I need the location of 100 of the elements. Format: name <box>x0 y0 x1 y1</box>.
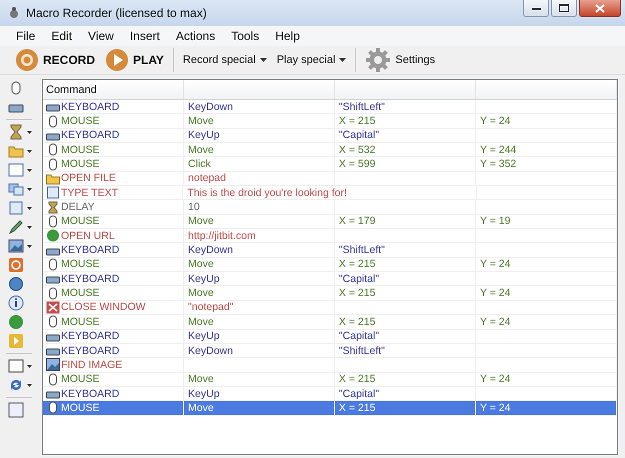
image-icon <box>8 238 24 254</box>
table-row[interactable]: KEYBOARD KeyUp "Capital" <box>43 272 617 286</box>
textbox-icon <box>8 200 24 216</box>
parameter-text: X = 215 <box>338 115 376 128</box>
table-row[interactable]: DELAY 10 <box>43 200 617 215</box>
play-icon <box>105 48 130 72</box>
hourglass-icon <box>8 124 24 140</box>
caret-icon <box>27 168 32 172</box>
action-text: Move <box>188 258 214 270</box>
table-row[interactable]: KEYBOARD KeyUp "Capital" <box>43 128 617 144</box>
menu-item[interactable]: Help <box>267 29 308 43</box>
table-row[interactable]: MOUSE Move X = 215 Y = 24 <box>43 114 617 129</box>
parameter-text: "ShiftLeft" <box>338 100 385 113</box>
parameter-text: "Capital" <box>338 330 380 342</box>
table-row[interactable]: MOUSE Move X = 179 Y = 19 <box>43 214 617 230</box>
open-file-icon <box>46 172 60 185</box>
parameter-text: Y = 24 <box>480 373 510 386</box>
mouse-icon <box>46 258 60 271</box>
table-row[interactable]: CLOSE WINDOW "notepad" <box>43 300 617 316</box>
table-row[interactable]: KEYBOARD KeyDown "ShiftLeft" <box>43 100 617 114</box>
table-row[interactable]: KEYBOARD KeyDown "ShiftLeft" <box>43 344 617 358</box>
table-row[interactable]: TYPE TEXT This is the droid you're looking for! <box>43 186 617 200</box>
command-text: MOUSE <box>61 115 100 128</box>
parameter-text: Y = 24 <box>480 115 510 128</box>
table-row[interactable]: MOUSE Click X = 599 Y = 352 <box>43 157 617 172</box>
parameter-text: "ShiftLeft" <box>338 344 385 357</box>
gear-icon <box>365 47 392 73</box>
action-text: Move <box>188 316 214 328</box>
command-text: OPEN URL <box>61 230 115 242</box>
settings-button[interactable]: Settings <box>362 46 438 74</box>
record-special-dropdown[interactable]: Record special <box>180 53 270 67</box>
caret-icon <box>27 188 32 190</box>
info-tool-button[interactable] <box>6 294 26 312</box>
parameter-text: X = 179 <box>338 215 376 228</box>
action-text: Move <box>188 215 214 228</box>
menu-item[interactable]: Edit <box>43 29 80 43</box>
menu-item[interactable]: View <box>80 29 122 43</box>
command-text: MOUSE <box>61 158 100 170</box>
table-row[interactable]: MOUSE Move X = 215 Y = 24 <box>43 372 617 387</box>
table-row[interactable]: KEYBOARD KeyUp "Capital" <box>43 330 617 344</box>
menu-item[interactable]: Actions <box>168 29 224 43</box>
close-button[interactable] <box>579 0 621 17</box>
window-title: Macro Recorder (licensed to max) <box>26 6 208 20</box>
command-text: DELAY <box>61 201 95 214</box>
command-text: MOUSE <box>61 287 100 300</box>
bug-icon <box>8 6 20 20</box>
table-row[interactable]: MOUSE Move X = 215 Y = 24 <box>43 401 617 416</box>
table-row[interactable]: OPEN FILE notepad <box>43 172 617 186</box>
parameter-text: "ShiftLeft" <box>338 244 385 256</box>
parameter-text: X = 215 <box>338 316 376 328</box>
pen-tool-button[interactable] <box>6 218 34 236</box>
action-text: "notepad" <box>188 301 234 314</box>
table-row[interactable]: MOUSE Move X = 532 Y = 244 <box>43 143 617 158</box>
caret-icon <box>27 364 32 368</box>
parameter-text: X = 215 <box>338 373 376 386</box>
parameter-text: Y = 24 <box>480 258 510 270</box>
command-text: KEYBOARD <box>61 344 120 357</box>
maximize-button[interactable] <box>551 0 577 17</box>
command-text: MOUSE <box>61 258 100 270</box>
window-tool-button[interactable] <box>6 161 34 179</box>
play-special-dropdown[interactable]: Play special <box>274 53 350 67</box>
mouse-icon <box>46 315 60 328</box>
mouse-icon <box>46 286 60 300</box>
table-row[interactable]: MOUSE Move X = 215 Y = 24 <box>43 258 617 272</box>
command-text: OPEN FILE <box>61 172 116 184</box>
parameter-text: X = 532 <box>338 144 376 156</box>
close-window-icon <box>46 300 60 314</box>
parameter-text: Y = 24 <box>480 287 510 300</box>
find-image-icon <box>46 358 60 372</box>
menu-item[interactable]: Insert <box>122 29 168 43</box>
parameter-text: Y = 352 <box>480 158 516 170</box>
command-text: MOUSE <box>61 215 100 228</box>
table-row[interactable]: OPEN URL http://jitbit.com <box>43 229 617 244</box>
parameter-text: X = 215 <box>338 287 376 300</box>
image-tool-button[interactable] <box>6 237 34 255</box>
caret-icon <box>27 384 32 386</box>
caret-icon <box>27 244 32 248</box>
table-row[interactable]: MOUSE Move X = 215 Y = 24 <box>43 286 617 301</box>
caret-icon <box>27 226 32 228</box>
minimize-button[interactable] <box>523 0 549 17</box>
parameter-text: "Capital" <box>338 272 380 285</box>
caret-icon <box>339 58 346 62</box>
table-row[interactable]: MOUSE Move X = 215 Y = 24 <box>43 315 617 330</box>
play-button[interactable]: PLAY <box>102 47 167 73</box>
mouse-icon <box>46 401 60 414</box>
parameter-text: Y = 24 <box>480 316 510 328</box>
command-text: KEYBOARD <box>61 330 120 342</box>
table-row[interactable]: KEYBOARD KeyDown "ShiftLeft" <box>43 243 617 258</box>
delay-icon <box>46 200 60 214</box>
maximize-icon <box>559 4 569 12</box>
parameter-text: X = 599 <box>338 158 376 170</box>
action-text: notepad <box>188 172 226 184</box>
menu-item[interactable]: File <box>8 29 44 43</box>
parameter-text: Y = 24 <box>480 402 510 414</box>
menu-item[interactable]: Tools <box>223 29 268 43</box>
parameter-text: X = 215 <box>338 258 376 270</box>
parameter-text: X = 215 <box>338 402 376 414</box>
record-button[interactable]: RECORD <box>12 47 98 73</box>
ball-tool-button[interactable] <box>6 313 26 331</box>
table-row[interactable]: FIND IMAGE <box>43 358 617 373</box>
